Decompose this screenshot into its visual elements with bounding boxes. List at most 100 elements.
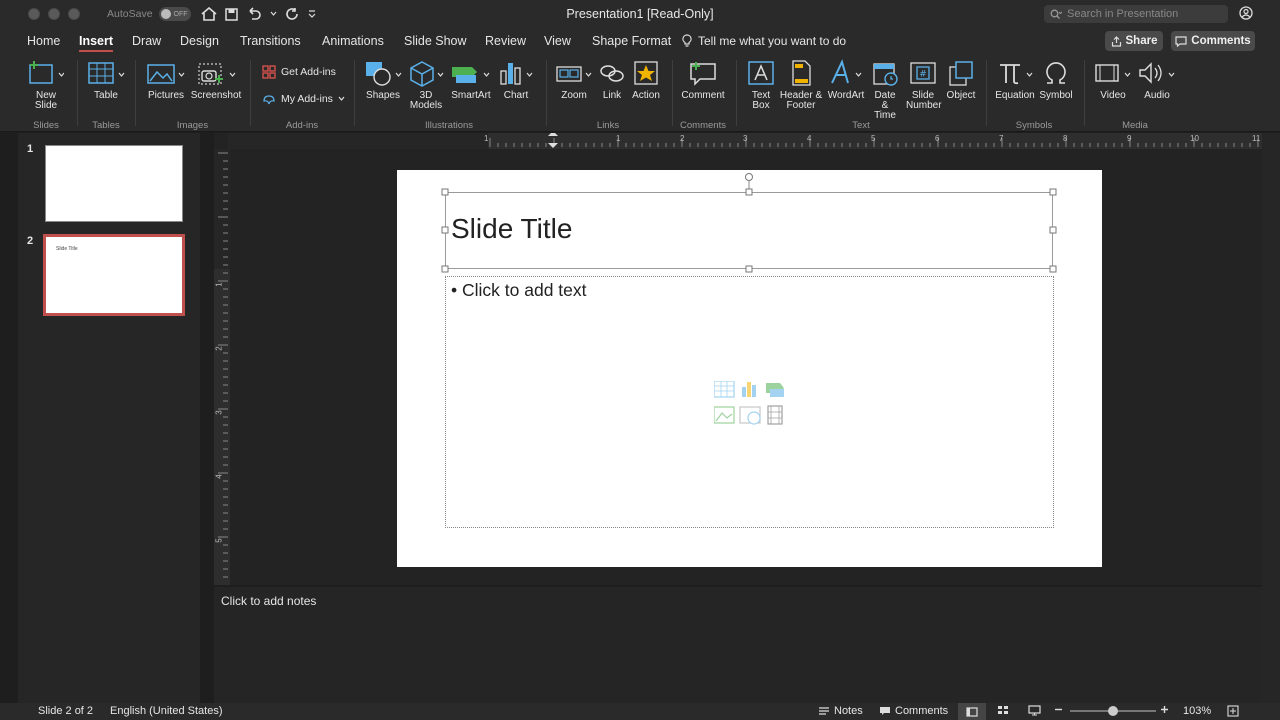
notes-label: Notes bbox=[834, 705, 863, 717]
slide-number-button[interactable]: # Slide Number bbox=[904, 58, 942, 111]
ruler-label: 5 bbox=[214, 538, 224, 543]
quick-access-toolbar bbox=[201, 7, 317, 21]
normal-view-button[interactable] bbox=[958, 703, 986, 720]
object-icon bbox=[949, 61, 973, 86]
vertical-scrollbar[interactable] bbox=[1262, 133, 1280, 703]
chevron-down-icon bbox=[338, 96, 345, 101]
get-addins-button[interactable]: Get Add-ins bbox=[262, 65, 336, 79]
notes-pane[interactable]: Click to add notes bbox=[214, 587, 1262, 703]
link-label: Link bbox=[602, 90, 622, 101]
ribbon-divider bbox=[77, 60, 78, 126]
ruler-label: 1 bbox=[616, 134, 621, 143]
text-box-button[interactable]: Text Box bbox=[744, 58, 778, 111]
comments-button[interactable]: Comments bbox=[1171, 31, 1255, 51]
zoom-slider[interactable] bbox=[1070, 706, 1156, 716]
comment-button[interactable]: Comment bbox=[680, 58, 726, 101]
ribbon-divider bbox=[672, 60, 673, 126]
content-placeholder[interactable]: • Click to add text bbox=[445, 276, 1054, 528]
video-button[interactable]: Video bbox=[1092, 58, 1134, 101]
shapes-button[interactable]: Shapes bbox=[362, 58, 404, 101]
autosave: AutoSave OFF bbox=[107, 7, 191, 21]
close-window-button[interactable] bbox=[28, 8, 40, 20]
ribbon-divider bbox=[546, 60, 547, 126]
slide-sorter-button[interactable] bbox=[997, 705, 1009, 715]
zoom-slider-thumb[interactable] bbox=[1108, 706, 1118, 716]
home-icon[interactable] bbox=[201, 7, 217, 21]
minimize-window-button[interactable] bbox=[48, 8, 60, 20]
tab-design[interactable]: Design bbox=[180, 28, 219, 54]
zoom-window-button[interactable] bbox=[68, 8, 80, 20]
table-button[interactable]: Table bbox=[86, 58, 126, 101]
slide-thumbnail-1[interactable] bbox=[45, 145, 183, 222]
slide-canvas[interactable]: Slide Title • Click to add text bbox=[397, 170, 1102, 567]
new-slide-button[interactable]: New Slide bbox=[26, 58, 66, 111]
3d-models-button[interactable]: 3D Models bbox=[406, 58, 446, 111]
customize-toolbar-icon[interactable] bbox=[307, 9, 317, 19]
search-box[interactable]: Search in Presentation bbox=[1044, 5, 1228, 23]
save-icon[interactable] bbox=[224, 7, 238, 21]
link-button[interactable]: Link bbox=[598, 58, 626, 101]
tab-home[interactable]: Home bbox=[27, 28, 60, 54]
action-button[interactable]: Action bbox=[630, 58, 662, 101]
notes-placeholder[interactable]: Click to add notes bbox=[221, 594, 316, 608]
reading-view-button[interactable] bbox=[1028, 705, 1041, 716]
tab-animations[interactable]: Animations bbox=[322, 28, 384, 54]
tab-slide-show[interactable]: Slide Show bbox=[404, 28, 467, 54]
ruler-label: 4 bbox=[214, 474, 224, 479]
tab-review[interactable]: Review bbox=[485, 28, 526, 54]
share-icon bbox=[1111, 35, 1121, 47]
audio-button[interactable]: Audio bbox=[1136, 58, 1178, 101]
tell-me-box[interactable]: Tell me what you want to do bbox=[682, 28, 846, 54]
tab-draw[interactable]: Draw bbox=[132, 28, 161, 54]
share-button[interactable]: Share bbox=[1105, 31, 1163, 51]
undo-icon[interactable] bbox=[246, 7, 262, 21]
user-account-icon[interactable] bbox=[1239, 6, 1253, 20]
group-illustrations-label: Illustrations bbox=[424, 120, 474, 131]
3d-models-label: 3D Models bbox=[409, 90, 443, 111]
zoom-level[interactable]: 103% bbox=[1183, 705, 1211, 717]
zoom-label: Zoom bbox=[561, 90, 587, 101]
insert-table-icon bbox=[713, 380, 735, 398]
autosave-toggle[interactable]: OFF bbox=[158, 7, 191, 21]
object-button[interactable]: Object bbox=[944, 58, 978, 101]
thumbnail-number: 2 bbox=[27, 235, 34, 247]
zoom-in-button[interactable] bbox=[1160, 705, 1169, 714]
comment-icon bbox=[1175, 35, 1187, 47]
comments-toggle-button[interactable]: Comments bbox=[879, 705, 948, 717]
group-addins-label: Add-ins bbox=[285, 120, 319, 131]
redo-icon[interactable] bbox=[285, 7, 299, 21]
symbol-button[interactable]: Symbol bbox=[1038, 58, 1074, 101]
zoom-out-button[interactable] bbox=[1054, 705, 1063, 714]
screenshot-icon bbox=[198, 63, 236, 85]
ribbon-divider bbox=[736, 60, 737, 126]
equation-label: Equation bbox=[995, 90, 1035, 101]
equation-button[interactable]: Equation bbox=[994, 58, 1036, 101]
comments-label: Comments bbox=[1191, 35, 1251, 47]
group-slides-label: Slides bbox=[33, 120, 59, 131]
slide-thumbnail-2[interactable]: Slide Title bbox=[43, 234, 185, 316]
tab-transitions[interactable]: Transitions bbox=[240, 28, 301, 54]
pictures-button[interactable]: Pictures bbox=[145, 58, 187, 101]
notes-toggle-button[interactable]: Notes bbox=[818, 705, 863, 717]
wordart-button[interactable]: WordArt bbox=[826, 58, 866, 101]
chart-button[interactable]: Chart bbox=[496, 58, 536, 101]
ruler-label: 4 bbox=[807, 134, 812, 143]
screenshot-button[interactable]: Screenshot bbox=[190, 58, 242, 101]
fit-to-window-button[interactable] bbox=[1227, 705, 1239, 717]
zoom-icon bbox=[556, 66, 592, 82]
group-tables-label: Tables bbox=[92, 120, 120, 131]
tell-me-text: Tell me what you want to do bbox=[698, 34, 847, 48]
tab-shape-format[interactable]: Shape Format bbox=[592, 28, 671, 54]
undo-dropdown-icon[interactable] bbox=[270, 11, 277, 17]
zoom-button[interactable]: Zoom bbox=[554, 58, 594, 101]
bullet-text[interactable]: • Click to add text bbox=[451, 280, 587, 301]
chart-label: Chart bbox=[503, 90, 529, 101]
tab-insert[interactable]: Insert bbox=[79, 28, 114, 54]
smartart-button[interactable]: SmartArt bbox=[448, 58, 494, 101]
language-indicator[interactable]: English (United States) bbox=[110, 705, 223, 717]
date-time-button[interactable]: Date & Time bbox=[868, 58, 902, 121]
header-footer-button[interactable]: Header & Footer bbox=[779, 58, 823, 111]
autosave-state: OFF bbox=[173, 10, 188, 18]
tab-view[interactable]: View bbox=[544, 28, 571, 54]
my-addins-button[interactable]: My Add-ins bbox=[262, 92, 345, 106]
